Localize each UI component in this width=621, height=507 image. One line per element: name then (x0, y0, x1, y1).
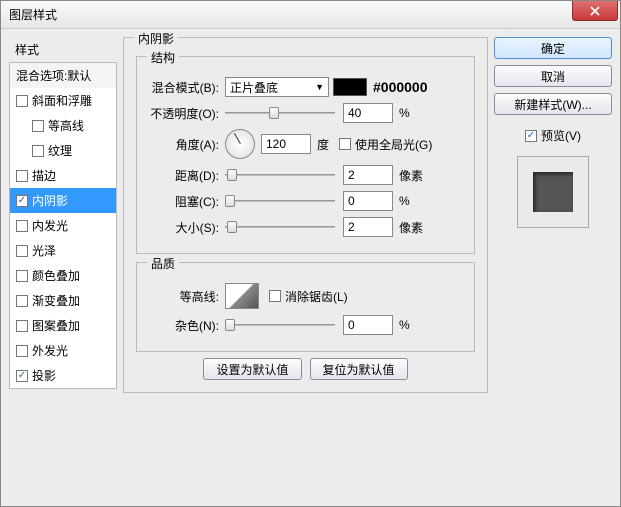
choke-label: 阻塞(C): (149, 193, 225, 210)
contour-row: 等高线: 消除锯齿(L) (149, 283, 462, 309)
checkbox[interactable] (16, 345, 28, 357)
settings-panel: 内阴影 结构 混合模式(B): 正片叠底 ▼ #000000 不透明度(O): (123, 37, 488, 399)
style-item-stroke[interactable]: 描边 (10, 163, 116, 188)
distance-label: 距离(D): (149, 167, 225, 184)
structure-fieldset: 结构 混合模式(B): 正片叠底 ▼ #000000 不透明度(O): 4 (136, 56, 475, 254)
styles-heading: 样式 (9, 37, 117, 62)
quality-legend: 品质 (147, 255, 179, 272)
checkbox[interactable] (32, 145, 44, 157)
default-buttons-row: 设置为默认值 复位为默认值 (136, 358, 475, 380)
checkbox[interactable] (16, 320, 28, 332)
style-item-gradient-overlay[interactable]: 渐变叠加 (10, 288, 116, 313)
chevron-down-icon: ▼ (315, 82, 324, 92)
style-list-panel: 样式 混合选项:默认 斜面和浮雕 等高线 纹理 描边 内阴影 内发光 光泽 颜色… (9, 37, 117, 399)
checkbox (269, 290, 281, 302)
reset-default-button[interactable]: 复位为默认值 (310, 358, 408, 380)
panel-title: 内阴影 (134, 30, 178, 47)
style-item-outer-glow[interactable]: 外发光 (10, 338, 116, 363)
size-label: 大小(S): (149, 219, 225, 236)
style-item-inner-glow[interactable]: 内发光 (10, 213, 116, 238)
inner-shadow-fieldset: 内阴影 结构 混合模式(B): 正片叠底 ▼ #000000 不透明度(O): (123, 37, 488, 393)
cancel-button[interactable]: 取消 (494, 65, 612, 87)
opacity-input[interactable]: 40 (343, 103, 393, 123)
checkbox[interactable] (16, 245, 28, 257)
close-button[interactable] (572, 1, 618, 21)
opacity-row: 不透明度(O): 40 % (149, 103, 462, 123)
choke-slider[interactable] (225, 194, 335, 208)
checkbox (525, 130, 537, 142)
style-item-drop-shadow[interactable]: 投影 (10, 363, 116, 388)
size-row: 大小(S): 2 像素 (149, 217, 462, 237)
ok-button[interactable]: 确定 (494, 37, 612, 59)
checkbox[interactable] (16, 95, 28, 107)
checkbox[interactable] (16, 170, 28, 182)
global-light-checkbox[interactable]: 使用全局光(G) (339, 136, 432, 153)
size-input[interactable]: 2 (343, 217, 393, 237)
distance-input[interactable]: 2 (343, 165, 393, 185)
opacity-label: 不透明度(O): (149, 105, 225, 122)
checkbox (339, 138, 351, 150)
blend-options-item[interactable]: 混合选项:默认 (10, 63, 116, 88)
checkbox[interactable] (16, 195, 28, 207)
new-style-button[interactable]: 新建样式(W)... (494, 93, 612, 115)
style-item-bevel[interactable]: 斜面和浮雕 (10, 88, 116, 113)
window-title: 图层样式 (9, 6, 57, 23)
checkbox[interactable] (16, 295, 28, 307)
contour-picker[interactable] (225, 283, 259, 309)
titlebar: 图层样式 (1, 1, 620, 29)
checkbox[interactable] (32, 120, 44, 132)
preview-box (517, 156, 589, 228)
color-swatch[interactable] (333, 78, 367, 96)
blend-mode-label: 混合模式(B): (149, 79, 225, 96)
style-item-inner-shadow[interactable]: 内阴影 (10, 188, 116, 213)
style-item-satin[interactable]: 光泽 (10, 238, 116, 263)
angle-label: 角度(A): (149, 136, 225, 153)
quality-fieldset: 品质 等高线: 消除锯齿(L) 杂色(N): 0 % (136, 262, 475, 352)
style-item-color-overlay[interactable]: 颜色叠加 (10, 263, 116, 288)
size-slider[interactable] (225, 220, 335, 234)
preview-checkbox[interactable]: 预览(V) (494, 127, 612, 144)
noise-slider[interactable] (225, 318, 335, 332)
set-default-button[interactable]: 设置为默认值 (203, 358, 301, 380)
checkbox[interactable] (16, 220, 28, 232)
style-item-pattern-overlay[interactable]: 图案叠加 (10, 313, 116, 338)
structure-legend: 结构 (147, 49, 179, 66)
noise-label: 杂色(N): (149, 317, 225, 334)
choke-input[interactable]: 0 (343, 191, 393, 211)
opacity-slider[interactable] (225, 106, 335, 120)
color-hex: #000000 (373, 79, 428, 95)
style-list: 混合选项:默认 斜面和浮雕 等高线 纹理 描边 内阴影 内发光 光泽 颜色叠加 … (9, 62, 117, 389)
distance-row: 距离(D): 2 像素 (149, 165, 462, 185)
contour-label: 等高线: (149, 288, 225, 305)
style-item-contour[interactable]: 等高线 (10, 113, 116, 138)
close-icon (590, 6, 600, 16)
noise-row: 杂色(N): 0 % (149, 315, 462, 335)
checkbox[interactable] (16, 370, 28, 382)
angle-row: 角度(A): 120 度 使用全局光(G) (149, 129, 462, 159)
choke-row: 阻塞(C): 0 % (149, 191, 462, 211)
checkbox[interactable] (16, 270, 28, 282)
action-panel: 确定 取消 新建样式(W)... 预览(V) (494, 37, 612, 399)
preview-thumbnail (533, 172, 573, 212)
angle-dial[interactable] (225, 129, 255, 159)
blend-mode-dropdown[interactable]: 正片叠底 ▼ (225, 77, 329, 97)
style-item-texture[interactable]: 纹理 (10, 138, 116, 163)
blend-mode-row: 混合模式(B): 正片叠底 ▼ #000000 (149, 77, 462, 97)
layer-style-dialog: 图层样式 样式 混合选项:默认 斜面和浮雕 等高线 纹理 描边 内阴影 内发光 … (0, 0, 621, 507)
noise-input[interactable]: 0 (343, 315, 393, 335)
antialias-checkbox[interactable]: 消除锯齿(L) (269, 288, 348, 305)
distance-slider[interactable] (225, 168, 335, 182)
angle-input[interactable]: 120 (261, 134, 311, 154)
